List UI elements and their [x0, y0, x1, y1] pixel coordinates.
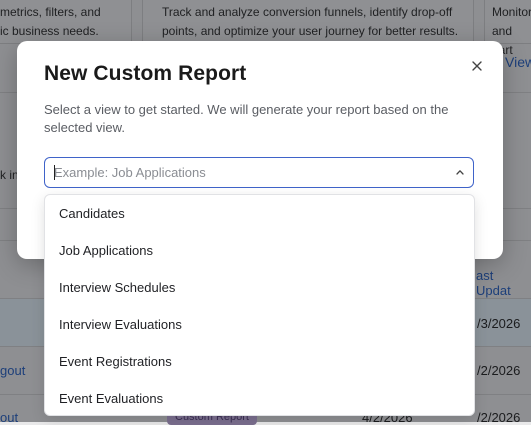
background-card-1-text: metrics, filters, and ic business needs.: [0, 5, 101, 38]
background-row-link: out: [0, 410, 19, 425]
background-card-2-text: Track and analyze conversion funnels, id…: [162, 5, 459, 38]
option-interview-evaluations[interactable]: Interview Evaluations: [45, 306, 474, 343]
option-event-registrations[interactable]: Event Registrations: [45, 343, 474, 380]
chevron-up-icon[interactable]: [454, 166, 466, 178]
view-select[interactable]: [44, 157, 474, 188]
modal-description: Select a view to get started. We will ge…: [44, 102, 449, 135]
view-dropdown-menu: Candidates Job Applications Interview Sc…: [44, 194, 475, 416]
background-view-link: View: [505, 54, 531, 70]
background-column-header: ast Updat: [476, 268, 511, 298]
option-event-evaluations[interactable]: Event Evaluations: [45, 380, 474, 417]
modal-title: New Custom Report: [44, 62, 247, 85]
background-side-text: k in: [0, 168, 19, 182]
option-candidates[interactable]: Candidates: [45, 195, 474, 232]
close-icon: [472, 61, 482, 71]
background-row-date: /3/2026: [477, 316, 521, 331]
background-row-link: gout: [0, 363, 26, 378]
option-interview-schedules[interactable]: Interview Schedules: [45, 269, 474, 306]
close-button[interactable]: [466, 55, 488, 77]
text-cursor: [54, 165, 55, 180]
view-search-input[interactable]: [54, 158, 434, 186]
background-row-date: /2/2026: [477, 410, 521, 425]
background-row-date: /2/2026: [477, 363, 521, 378]
option-job-applications[interactable]: Job Applications: [45, 232, 474, 269]
